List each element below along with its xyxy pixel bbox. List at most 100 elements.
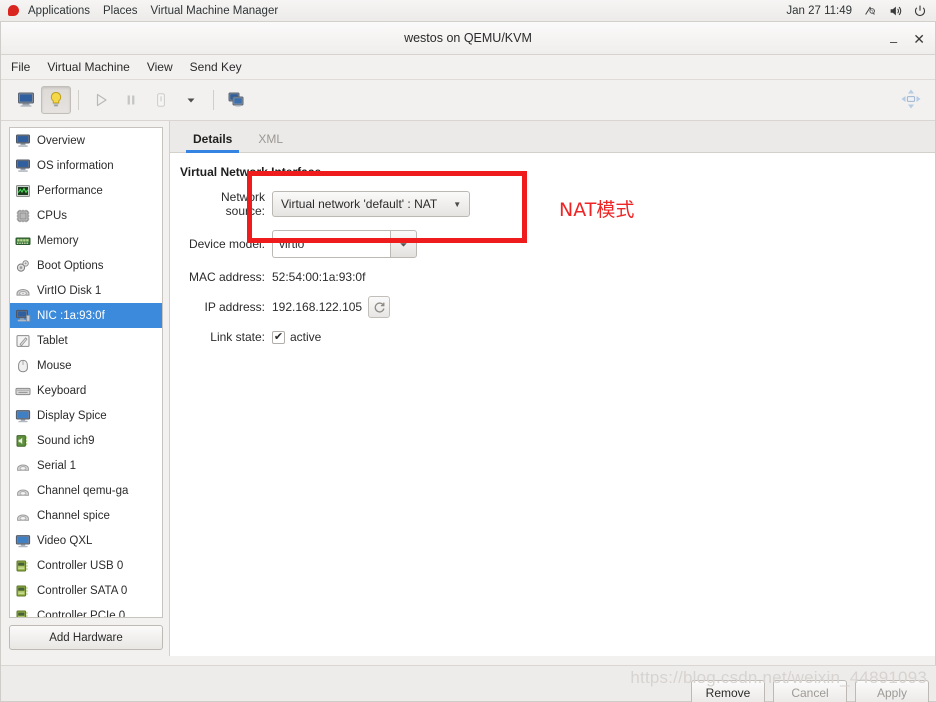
- sidebar-item-label: Controller PCIe 0: [37, 609, 126, 618]
- sidebar-item[interactable]: Keyboard: [10, 378, 162, 403]
- sidebar-item-label: Channel spice: [37, 509, 110, 522]
- menu-places[interactable]: Places: [103, 5, 138, 17]
- sidebar-item-label: Keyboard: [37, 384, 87, 397]
- menu-applications[interactable]: Applications: [28, 5, 90, 17]
- sidebar-item[interactable]: Memory: [10, 228, 162, 253]
- mac-address-value: 52:54:00:1a:93:0f: [272, 270, 366, 284]
- sidebar-item-label: Channel qemu-ga: [37, 484, 129, 497]
- window-title: westos on QEMU/KVM: [404, 31, 532, 45]
- panel-clock[interactable]: Jan 27 11:49: [786, 5, 852, 17]
- pause-icon: [127, 95, 135, 105]
- device-model-row: Device model: virtio: [180, 230, 935, 258]
- screen: Applications Places Virtual Machine Mana…: [0, 0, 936, 702]
- sidebar-item[interactable]: NIC :1a:93:0f: [10, 303, 162, 328]
- graph-icon: [16, 184, 30, 197]
- hardware-list[interactable]: Overview OS information Performance CPUs Mem…: [9, 127, 163, 618]
- mouse-icon: [18, 359, 28, 372]
- detail-pane: Details XML Virtual Network Interface Ne…: [169, 121, 935, 656]
- window-titlebar: westos on QEMU/KVM – ✕: [1, 22, 935, 55]
- sidebar-item[interactable]: Tablet: [10, 328, 162, 353]
- sidebar-item-label: Video QXL: [37, 534, 93, 547]
- link-state-label: Link state:: [210, 330, 265, 344]
- run-button[interactable]: [86, 86, 116, 114]
- menu-send-key[interactable]: Send Key: [190, 60, 242, 74]
- network-source-value: Virtual network 'default' : NAT: [281, 197, 438, 211]
- close-button[interactable]: ✕: [913, 32, 925, 46]
- snapshots-button[interactable]: [221, 86, 251, 114]
- sidebar-item[interactable]: Mouse: [10, 353, 162, 378]
- toolbar-separator: [78, 90, 79, 110]
- network-icon[interactable]: ?: [863, 4, 877, 18]
- sidebar-item[interactable]: Video QXL: [10, 528, 162, 553]
- detail-form: Virtual Network Interface Network source…: [170, 153, 935, 344]
- sidebar-item-label: Memory: [37, 234, 79, 247]
- show-details-button[interactable]: [41, 86, 71, 114]
- sidebar-item[interactable]: VirtIO Disk 1: [10, 278, 162, 303]
- controller-icon: [16, 560, 28, 571]
- sidebar-item-label: Display Spice: [37, 409, 107, 422]
- device-model-combo[interactable]: virtio: [272, 230, 417, 258]
- volume-icon[interactable]: [888, 4, 902, 18]
- sidebar-item[interactable]: Controller USB 0: [10, 553, 162, 578]
- sidebar-item[interactable]: Sound ich9: [10, 428, 162, 453]
- annotation-label: NAT模式: [559, 199, 635, 221]
- mac-address-label: MAC address:: [188, 270, 265, 284]
- menu-virtual-machine[interactable]: Virtual Machine: [47, 60, 130, 74]
- device-model-dropdown-button[interactable]: [390, 230, 417, 258]
- add-hardware-button[interactable]: Add Hardware: [9, 625, 163, 650]
- watermark-text: https://blog.csdn.net/weixin_44891093: [630, 668, 927, 687]
- checkmark-icon: ✔: [273, 330, 284, 343]
- hardware-sidebar: Overview OS information Performance CPUs Mem…: [1, 121, 169, 656]
- tab-details[interactable]: Details: [182, 132, 243, 153]
- cpu-icon: [16, 209, 30, 222]
- pause-button[interactable]: [116, 86, 146, 114]
- sidebar-item[interactable]: Channel qemu-ga: [10, 478, 162, 503]
- sidebar-item-label: Serial 1: [37, 459, 76, 472]
- controller-icon: [16, 610, 28, 617]
- computer-icon: [16, 159, 30, 172]
- network-source-label: Network source:: [220, 190, 265, 218]
- menu-file[interactable]: File: [11, 60, 30, 74]
- device-model-label: Device model:: [188, 237, 265, 251]
- play-icon: [96, 93, 107, 107]
- controller-icon: [16, 585, 28, 596]
- sidebar-item[interactable]: CPUs: [10, 203, 162, 228]
- fullscreen-button[interactable]: [899, 87, 923, 116]
- sidebar-item[interactable]: Controller PCIe 0: [10, 603, 162, 618]
- link-state-row: Link state: ✔ active: [180, 330, 935, 344]
- minimize-button[interactable]: –: [890, 35, 897, 48]
- menubar: File Virtual Machine View Send Key: [1, 55, 935, 80]
- network-source-dropdown[interactable]: Virtual network 'default' : NAT ▼: [272, 191, 471, 217]
- memory-icon: [15, 237, 31, 245]
- refresh-ip-button[interactable]: [368, 296, 391, 318]
- ip-address-value: 192.168.122.105: [272, 300, 363, 314]
- disk-icon: [16, 288, 30, 296]
- ip-address-row: IP address: 192.168.122.105: [180, 296, 935, 318]
- network-card-icon: [16, 309, 31, 322]
- shutdown-menu-button[interactable]: [176, 86, 206, 114]
- sidebar-item[interactable]: Performance: [10, 178, 162, 203]
- device-model-input[interactable]: virtio: [272, 230, 390, 258]
- menu-view[interactable]: View: [147, 60, 173, 74]
- display-icon: [15, 534, 31, 547]
- toolbar-separator-2: [213, 90, 214, 110]
- sidebar-item[interactable]: Boot Options: [10, 253, 162, 278]
- sidebar-item-label: Performance: [37, 184, 103, 197]
- serial-port-icon: [17, 514, 29, 521]
- sidebar-item-label: Sound ich9: [37, 434, 95, 447]
- window-menu-virtual-machine-manager[interactable]: Virtual Machine Manager: [151, 5, 279, 17]
- sidebar-item[interactable]: Display Spice: [10, 403, 162, 428]
- tab-xml[interactable]: XML: [247, 132, 294, 152]
- show-console-button[interactable]: [11, 86, 41, 114]
- sidebar-item[interactable]: Channel spice: [10, 503, 162, 528]
- power-icon[interactable]: [913, 4, 927, 18]
- power-icon: [157, 93, 165, 107]
- link-state-checkbox[interactable]: ✔: [272, 330, 285, 344]
- sidebar-item[interactable]: Serial 1: [10, 453, 162, 478]
- sidebar-item[interactable]: OS information: [10, 153, 162, 178]
- refresh-icon: [374, 301, 385, 312]
- shutdown-button[interactable]: [146, 86, 176, 114]
- sidebar-item[interactable]: Controller SATA 0: [10, 578, 162, 603]
- sidebar-item[interactable]: Overview: [10, 128, 162, 153]
- toolbar: [1, 80, 935, 121]
